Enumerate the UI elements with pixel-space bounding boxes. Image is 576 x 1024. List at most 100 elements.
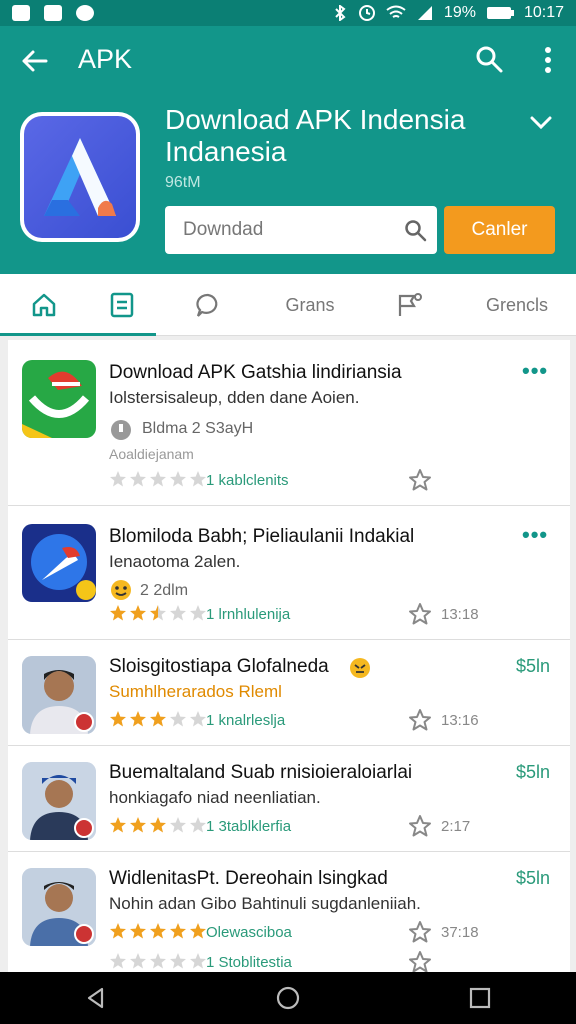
battery-icon <box>486 7 514 19</box>
list-item[interactable]: WidlenitasPt. Dereohain lsingkad Nohin a… <box>8 852 570 972</box>
more-options-icon[interactable]: ••• <box>522 522 548 548</box>
star-icon <box>130 471 146 487</box>
star-icon <box>150 605 166 621</box>
star-icon <box>190 605 206 621</box>
star-icon <box>170 711 186 727</box>
app-thumbnail <box>22 868 96 946</box>
star-icon <box>130 817 146 833</box>
item-description: Nohin adan Gibo Bahtinuli sugdanleniiah. <box>109 894 421 913</box>
search-icon[interactable] <box>403 218 427 242</box>
tab-chat[interactable] <box>156 274 260 336</box>
overflow-menu-icon[interactable] <box>536 44 560 76</box>
page-title: APK <box>78 44 133 74</box>
status-left-icons <box>12 5 94 21</box>
status-bar: 19% 10:17 <box>0 0 576 26</box>
item-meta: Bldma 2 S3ayH <box>142 420 254 437</box>
item-price[interactable]: $5ln <box>516 868 550 889</box>
app-thumbnail <box>22 656 96 734</box>
favorite-star-icon[interactable] <box>408 468 432 492</box>
star-icon <box>190 923 206 939</box>
favorite-star-icon[interactable] <box>408 920 432 944</box>
tab-grans-label: Grans <box>285 294 335 315</box>
tab-list[interactable] <box>88 274 156 336</box>
favorite-star-icon[interactable] <box>408 814 432 838</box>
back-triangle-icon[interactable] <box>82 984 110 1012</box>
alarm-icon <box>358 5 375 21</box>
list-item[interactable]: Buemaltaland Suab rnisioieraloiarlai hon… <box>8 746 570 852</box>
emoji-icon <box>350 658 370 678</box>
item-time: 13:16 <box>441 712 479 729</box>
favorite-star-icon[interactable] <box>408 602 432 626</box>
app-header: APK Download APK Indensia Indanesia 96tM… <box>0 26 576 274</box>
app-list: Download APK Gatshia lindiriansia Iolste… <box>8 340 570 972</box>
download-search-input[interactable]: Downdad <box>165 206 437 254</box>
item-title: Sloisgitostiapa Glofalneda <box>109 656 329 677</box>
tab-grans[interactable]: Grans <box>260 274 360 336</box>
list-item[interactable]: Blomiloda Babh; Pieliaulanii Indakial Ie… <box>8 506 570 640</box>
search-icon[interactable] <box>474 44 504 74</box>
item-title: Download APK Gatshia lindiriansia <box>109 362 402 383</box>
star-rating <box>109 470 207 488</box>
star-rating <box>109 816 207 834</box>
avatar-icon <box>111 420 131 440</box>
item-price[interactable]: $5ln <box>516 656 550 677</box>
review-count: 1 Stoblitestia <box>206 954 292 971</box>
item-title: WidlenitasPt. Dereohain lsingkad <box>109 868 388 889</box>
search-placeholder: Downdad <box>183 219 264 240</box>
gmail-icon <box>12 5 30 21</box>
review-count: 1 knalrleslja <box>206 712 286 729</box>
back-arrow-icon[interactable] <box>20 46 50 76</box>
star-icon <box>190 817 206 833</box>
tab-flag[interactable] <box>360 274 458 336</box>
star-icon <box>110 471 126 487</box>
item-description: Sumhlherarados Rleml <box>109 682 282 701</box>
tab-grencls[interactable]: Grencls <box>458 274 576 336</box>
status-right: 19% 10:17 <box>332 4 564 22</box>
item-title: Blomiloda Babh; Pieliaulanii Indakial <box>109 526 415 547</box>
tab-bar: Grans Grencls <box>0 274 576 336</box>
list-item[interactable]: Sloisgitostiapa Glofalneda Sumhlherarado… <box>8 640 570 746</box>
top-app-bar: APK <box>0 26 576 94</box>
star-icon <box>150 711 166 727</box>
home-circle-icon[interactable] <box>274 984 302 1012</box>
star-rating <box>109 952 207 970</box>
item-meta-secondary: Aoaldiejanam <box>109 446 194 462</box>
app-thumbnail <box>22 524 96 602</box>
flag-icon <box>398 293 422 316</box>
favorite-star-icon[interactable] <box>408 950 432 972</box>
app-thumbnail-icon <box>22 371 90 438</box>
star-icon <box>110 923 126 939</box>
clock: 10:17 <box>523 4 564 21</box>
star-icon <box>110 953 126 969</box>
app-thumbnail-icon <box>31 534 96 600</box>
chat-icon <box>196 293 218 317</box>
app-icon <box>20 112 140 242</box>
star-rating <box>109 604 207 622</box>
chevron-down-icon[interactable] <box>528 112 554 132</box>
more-options-icon[interactable]: ••• <box>522 358 548 384</box>
review-count: 1 lrnhlulenija <box>206 606 291 623</box>
favorite-star-icon[interactable] <box>408 708 432 732</box>
recents-square-icon[interactable] <box>466 984 494 1012</box>
item-price[interactable]: $5ln <box>516 762 550 783</box>
star-icon <box>110 605 126 621</box>
review-count: 1 kablclenits <box>206 472 289 489</box>
star-rating <box>109 710 207 728</box>
star-icon <box>170 817 186 833</box>
emoji-icon <box>76 5 94 21</box>
star-icon <box>110 817 126 833</box>
item-description: Ienaotoma 2alen. <box>109 552 241 571</box>
app-logo-icon <box>44 138 116 216</box>
star-icon <box>150 923 166 939</box>
list-item[interactable]: Download APK Gatshia lindiriansia Iolste… <box>8 340 570 506</box>
cancel-button[interactable]: Canler <box>444 206 555 254</box>
app-thumbnail <box>22 360 96 438</box>
list-icon <box>110 292 134 318</box>
review-count: 1 3tablklerfia <box>206 818 292 835</box>
tab-home[interactable] <box>0 274 88 336</box>
person-photo-icon <box>22 656 96 734</box>
item-time: 2:17 <box>441 818 471 835</box>
item-meta: 2 2dlm <box>140 582 189 599</box>
star-icon <box>150 953 166 969</box>
app-title: Download APK Indensia Indanesia <box>165 104 466 167</box>
